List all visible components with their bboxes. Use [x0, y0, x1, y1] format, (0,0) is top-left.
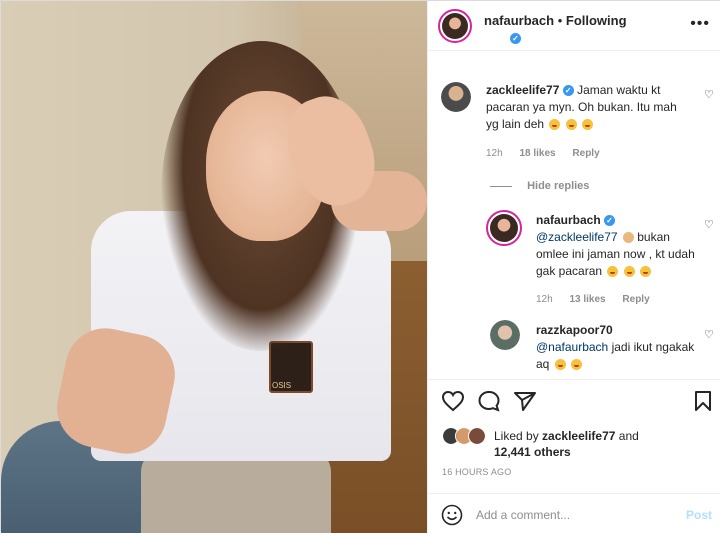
joy-emoji-icon — [607, 266, 619, 278]
comment-time: 12h — [486, 148, 503, 159]
reply-time: 12h — [536, 294, 553, 305]
comment-icon[interactable] — [477, 390, 501, 412]
header-separator: • — [557, 13, 566, 28]
reply-reply-button[interactable]: Reply — [622, 294, 649, 305]
emoji-picker-icon[interactable] — [441, 504, 463, 526]
comment-reply-button[interactable]: Reply — [572, 148, 599, 159]
liked-by-avatars[interactable] — [442, 427, 490, 447]
reply-text-a: bukan — [637, 230, 670, 244]
post-side-panel: nafaurbach • Following ✓ ••• zackleelife… — [427, 1, 720, 533]
person-shrug-emoji-icon — [622, 232, 634, 244]
hide-replies-line — [490, 185, 512, 187]
bookmark-icon[interactable] — [694, 390, 712, 412]
verified-badge-icon: ✓ — [510, 33, 521, 45]
hide-replies-toggle[interactable]: Hide replies — [490, 180, 589, 192]
reply-likes[interactable]: 13 likes — [569, 294, 605, 305]
author-username[interactable]: nafaurbach — [484, 13, 554, 28]
comment-username[interactable]: zackleelife77 — [486, 83, 559, 97]
author-avatar[interactable] — [438, 9, 472, 43]
comments-list[interactable]: zackleelife77 ✓ Jaman waktu kt pacaran y… — [428, 52, 720, 379]
add-comment-bar: Post — [428, 493, 720, 533]
reply-author-avatar[interactable] — [486, 210, 522, 246]
liker-avatar — [468, 427, 486, 445]
reply-username[interactable]: nafaurbach — [536, 213, 601, 227]
reply-like-heart-icon[interactable]: ♡ — [704, 218, 714, 231]
joy-emoji-icon — [640, 266, 652, 278]
reply-like-heart-icon[interactable]: ♡ — [704, 328, 714, 341]
heart-icon[interactable] — [441, 390, 465, 412]
verified-badge-icon: ✓ — [562, 85, 574, 97]
liked-by-others[interactable]: 12,441 others — [494, 445, 571, 459]
joy-emoji-icon — [571, 359, 583, 371]
post-timestamp[interactable]: 16 HOURS AGO — [442, 467, 511, 477]
rolling-laughing-emoji-icon — [565, 119, 577, 131]
instagram-post-frame: OSIS nafaurbach • Following ✓ ••• zackle… — [0, 0, 720, 533]
liked-by-text: Liked by zackleelife77 and 12,441 others — [494, 428, 704, 460]
share-icon[interactable] — [513, 390, 537, 412]
reply-mention-link[interactable]: @zackleelife77 — [536, 230, 618, 244]
post-photo[interactable]: OSIS — [1, 1, 427, 533]
liked-by-user[interactable]: zackleelife77 — [542, 429, 615, 443]
photo-badge-text: OSIS — [272, 381, 292, 390]
liked-by-prefix: Liked by — [494, 429, 539, 443]
reply-author-avatar[interactable] — [490, 320, 520, 350]
reply-username[interactable]: razzkapoor70 — [536, 323, 613, 337]
rolling-laughing-emoji-icon — [582, 119, 594, 131]
post-actions: Liked by zackleelife77 and 12,441 others… — [428, 379, 720, 489]
liked-by-and: and — [618, 429, 639, 443]
hide-replies-label: Hide replies — [527, 180, 590, 192]
comment-likes[interactable]: 18 likes — [519, 148, 555, 159]
comment-like-heart-icon[interactable]: ♡ — [704, 88, 714, 101]
joy-emoji-icon — [623, 266, 635, 278]
commenter-avatar[interactable] — [441, 82, 471, 112]
post-comment-button[interactable]: Post — [686, 508, 712, 522]
comment-input[interactable] — [476, 505, 676, 525]
more-horizontal-icon[interactable]: ••• — [690, 15, 710, 33]
rolling-laughing-emoji-icon — [549, 119, 561, 131]
post-header: nafaurbach • Following ✓ ••• — [428, 1, 720, 51]
joy-emoji-icon — [554, 359, 566, 371]
reply-mention-link[interactable]: @nafaurbach — [536, 340, 608, 354]
verified-badge-icon: ✓ — [604, 215, 616, 227]
follow-status[interactable]: Following — [566, 13, 627, 28]
